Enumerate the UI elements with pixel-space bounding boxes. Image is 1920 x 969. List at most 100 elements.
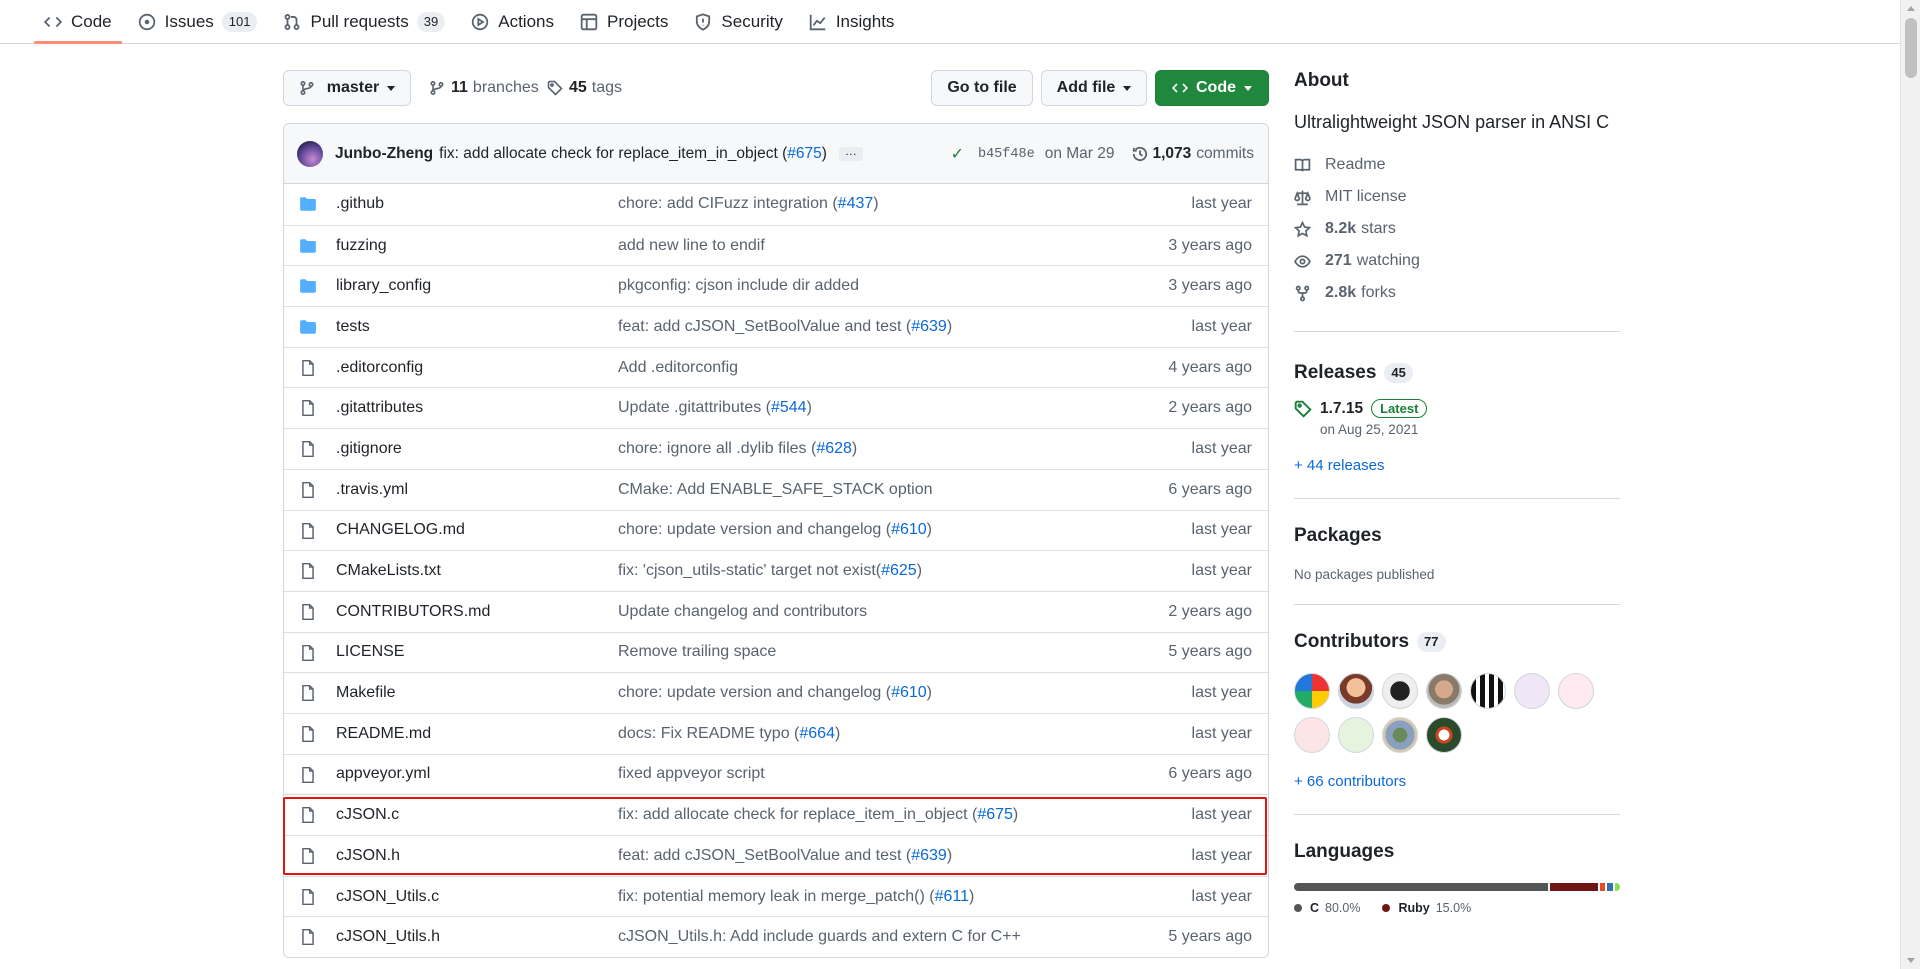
- commit-pr-link[interactable]: #639: [911, 318, 947, 335]
- commit-message[interactable]: fixed appveyor script: [618, 765, 765, 783]
- table-row[interactable]: .editorconfig Add .editorconfig 4 years ag…: [284, 346, 1268, 388]
- commit-pr-link[interactable]: #610: [891, 684, 927, 701]
- file-name[interactable]: CONTRIBUTORS.md: [336, 603, 490, 621]
- commit-message[interactable]: Update .gitattributes (#544): [618, 399, 812, 417]
- table-row[interactable]: cJSON_Utils.h cJSON_Utils.h: Add include …: [284, 916, 1268, 957]
- scroll-thumb[interactable]: [1905, 18, 1917, 78]
- commit-pr-link[interactable]: #675: [787, 145, 821, 162]
- commit-message[interactable]: docs: Fix README typo (#664): [618, 725, 840, 743]
- avatar[interactable]: [1382, 673, 1418, 709]
- file-name[interactable]: cJSON_Utils.c: [336, 888, 439, 906]
- commit-date[interactable]: on Mar 29: [1045, 145, 1115, 163]
- commit-message[interactable]: CMake: Add ENABLE_SAFE_STACK option: [618, 481, 933, 499]
- packages-heading[interactable]: Packages: [1294, 525, 1620, 547]
- more-contributors-link[interactable]: + 66 contributors: [1294, 773, 1620, 790]
- commit-message[interactable]: Add .editorconfig: [618, 359, 738, 377]
- commit-message[interactable]: chore: update version and changelog (#61…: [618, 521, 932, 539]
- tab-projects[interactable]: Projects: [570, 0, 678, 44]
- commit-pr-link[interactable]: #611: [935, 888, 969, 905]
- commit-message[interactable]: chore: add CIFuzz integration (#437): [618, 195, 879, 213]
- file-name[interactable]: .github: [336, 195, 384, 213]
- table-row[interactable]: cJSON.c fix: add allocate check for repla…: [284, 794, 1268, 835]
- latest-release[interactable]: 1.7.15 Latest on Aug 25, 2021: [1294, 398, 1620, 437]
- more-releases-link[interactable]: + 44 releases: [1294, 457, 1620, 474]
- commit-message[interactable]: fix: add allocate check for replace_item…: [618, 806, 1018, 824]
- file-name[interactable]: Makefile: [336, 684, 396, 702]
- branches-link[interactable]: 11 branches: [429, 70, 539, 106]
- commit-pr-link[interactable]: #610: [891, 521, 927, 538]
- releases-heading[interactable]: Releases 45: [1294, 362, 1620, 384]
- commit-pr-link[interactable]: #664: [799, 725, 835, 742]
- file-name[interactable]: .gitattributes: [336, 399, 423, 417]
- file-name[interactable]: appveyor.yml: [336, 765, 430, 783]
- commit-message[interactable]: chore: update version and changelog (#61…: [618, 684, 932, 702]
- table-row[interactable]: CMakeLists.txt fix: 'cjson_utils-static' …: [284, 550, 1268, 591]
- avatar[interactable]: [1338, 673, 1374, 709]
- avatar[interactable]: [1470, 673, 1506, 709]
- about-item-fork[interactable]: 2.8k forks: [1294, 277, 1620, 309]
- about-item-eye[interactable]: 271 watching: [1294, 245, 1620, 277]
- file-name[interactable]: CMakeLists.txt: [336, 562, 441, 580]
- file-name[interactable]: LICENSE: [336, 643, 404, 661]
- file-name[interactable]: cJSON.c: [336, 806, 399, 824]
- scroll-down-icon[interactable]: [1907, 958, 1915, 963]
- tab-actions[interactable]: Actions: [461, 0, 564, 44]
- tab-code[interactable]: Code: [34, 0, 122, 44]
- file-name[interactable]: .travis.yml: [336, 481, 408, 499]
- commit-sha[interactable]: b45f48e: [978, 147, 1035, 162]
- about-item-star[interactable]: 8.2k stars: [1294, 213, 1620, 245]
- tab-issues[interactable]: Issues 101: [128, 0, 268, 44]
- avatar[interactable]: [1558, 673, 1594, 709]
- commit-pr-link[interactable]: #675: [977, 806, 1013, 823]
- table-row[interactable]: .gitattributes Update .gitattributes (#54…: [284, 387, 1268, 428]
- table-row[interactable]: fuzzing add new line to endif 3 years ago: [284, 224, 1268, 266]
- commit-pr-link[interactable]: #544: [771, 399, 807, 416]
- file-name[interactable]: .gitignore: [336, 440, 402, 458]
- commit-message[interactable]: feat: add cJSON_SetBoolValue and test (#…: [618, 847, 952, 865]
- code-button[interactable]: Code: [1155, 70, 1269, 106]
- commit-message[interactable]: Update changelog and contributors: [618, 603, 867, 621]
- commit-message[interactable]: Remove trailing space: [618, 643, 776, 661]
- avatar[interactable]: [1294, 673, 1330, 709]
- commit-message[interactable]: cJSON_Utils.h: Add include guards and ex…: [618, 928, 1021, 946]
- table-row[interactable]: tests feat: add cJSON_SetBoolValue and te…: [284, 306, 1268, 347]
- table-row[interactable]: README.md docs: Fix README typo (#664) las…: [284, 712, 1268, 754]
- tab-security[interactable]: Security: [684, 0, 792, 44]
- file-name[interactable]: CHANGELOG.md: [336, 521, 465, 539]
- page-scrollbar[interactable]: [1900, 0, 1920, 969]
- table-row[interactable]: library_config pkgconfig: cjson include d…: [284, 265, 1268, 306]
- commit-message[interactable]: fix: potential memory leak in merge_patc…: [618, 888, 974, 906]
- avatar[interactable]: [1294, 717, 1330, 753]
- commit-author[interactable]: Junbo-Zheng: [335, 145, 433, 163]
- table-row[interactable]: .travis.yml CMake: Add ENABLE_SAFE_STACK …: [284, 468, 1268, 510]
- commit-pr-link[interactable]: #628: [816, 440, 852, 457]
- file-name[interactable]: cJSON.h: [336, 847, 400, 865]
- expand-commit-button[interactable]: …: [838, 145, 863, 161]
- avatar[interactable]: [1426, 717, 1462, 753]
- avatar[interactable]: [1514, 673, 1550, 709]
- commits-history-link[interactable]: 1,073 commits: [1115, 145, 1254, 163]
- file-name[interactable]: cJSON_Utils.h: [336, 928, 440, 946]
- tab-insights[interactable]: Insights: [799, 0, 905, 44]
- commit-message[interactable]: pkgconfig: cjson include dir added: [618, 277, 859, 295]
- avatar[interactable]: [1426, 673, 1462, 709]
- table-row[interactable]: appveyor.yml fixed appveyor script 6 years…: [284, 753, 1268, 795]
- branch-select-button[interactable]: master: [283, 70, 411, 106]
- avatar[interactable]: [297, 140, 323, 167]
- scroll-up-icon[interactable]: [1907, 6, 1915, 11]
- commit-message[interactable]: fix: add allocate check for replace_item…: [439, 145, 827, 163]
- table-row[interactable]: .gitignore chore: ignore all .dylib files…: [284, 428, 1268, 469]
- table-row[interactable]: cJSON.h feat: add cJSON_SetBoolValue and …: [284, 835, 1268, 876]
- add-file-button[interactable]: Add file: [1041, 70, 1147, 106]
- commit-message[interactable]: feat: add cJSON_SetBoolValue and test (#…: [618, 318, 952, 336]
- file-name[interactable]: fuzzing: [336, 237, 387, 255]
- table-row[interactable]: .github chore: add CIFuzz integration (#4…: [284, 184, 1268, 225]
- avatar[interactable]: [1338, 717, 1374, 753]
- commit-pr-link[interactable]: #625: [881, 562, 917, 579]
- language-legend-item[interactable]: C 80.0%: [1294, 901, 1360, 915]
- file-name[interactable]: tests: [336, 318, 370, 336]
- about-item-law[interactable]: MIT license: [1294, 181, 1620, 213]
- file-name[interactable]: .editorconfig: [336, 359, 423, 377]
- table-row[interactable]: CHANGELOG.md chore: update version and ch…: [284, 509, 1268, 551]
- avatar[interactable]: [1382, 717, 1418, 753]
